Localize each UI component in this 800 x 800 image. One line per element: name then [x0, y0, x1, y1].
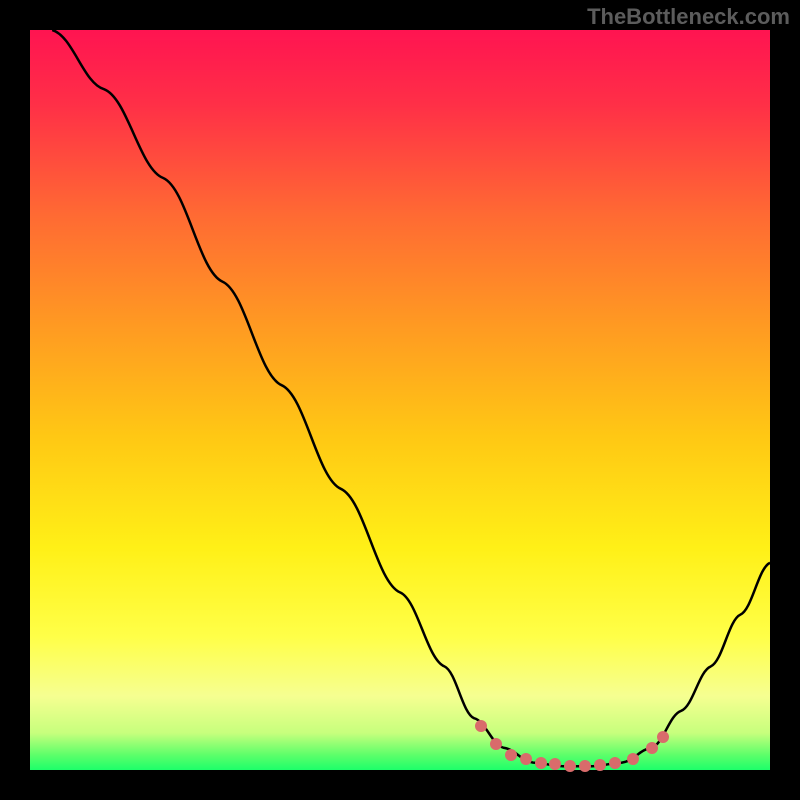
watermark-text: TheBottleneck.com [587, 4, 790, 30]
plot-area [30, 30, 770, 770]
background-gradient [30, 30, 770, 770]
